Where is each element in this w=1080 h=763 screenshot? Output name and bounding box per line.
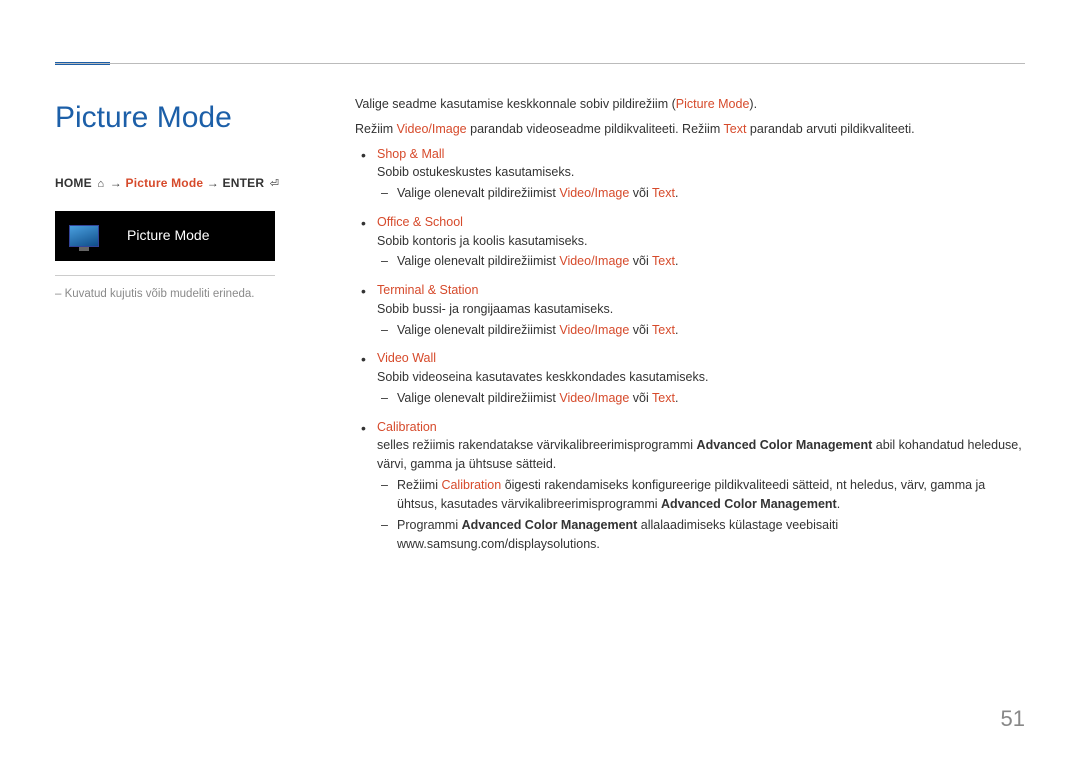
page-title: Picture Mode bbox=[55, 95, 315, 140]
header-rule bbox=[55, 63, 1025, 64]
mode-shop: Shop & Mall Sobib ostukeskustes kasutami… bbox=[377, 145, 1025, 203]
t-mid: või bbox=[629, 323, 652, 337]
mode-calibration: Calibration selles režiimis rakendatakse… bbox=[377, 418, 1025, 554]
cs1b: Calibration bbox=[441, 478, 501, 492]
s-post: . bbox=[675, 186, 678, 200]
mode-list: Shop & Mall Sobib ostukeskustes kasutami… bbox=[355, 145, 1025, 554]
l2a: Režiim bbox=[355, 122, 397, 136]
mode-office-desc: Sobib kontoris ja koolis kasutamiseks. bbox=[377, 232, 1025, 251]
o-mid: või bbox=[629, 254, 652, 268]
monitor-icon bbox=[69, 225, 99, 247]
t-tx: Text bbox=[652, 323, 675, 337]
cs1e: . bbox=[837, 497, 840, 511]
cs2a: Programmi bbox=[397, 518, 462, 532]
breadcrumb-home: HOME bbox=[55, 176, 92, 190]
intro-line-2: Režiim Video/Image parandab videoseadme … bbox=[355, 120, 1025, 139]
w-vi: Video/Image bbox=[559, 391, 629, 405]
s-vi: Video/Image bbox=[559, 186, 629, 200]
mode-office-head: Office & School bbox=[377, 215, 463, 229]
mode-shop-sub: Valige olenevalt pildirežiimist Video/Im… bbox=[397, 184, 1025, 203]
w-pre: Valige olenevalt pildirežiimist bbox=[397, 391, 559, 405]
breadcrumb-arrow-2: → bbox=[207, 176, 223, 190]
s-mid: või bbox=[629, 186, 652, 200]
left-column: Picture Mode HOME ⌂ → Picture Mode → ENT… bbox=[55, 95, 355, 564]
breadcrumb: HOME ⌂ → Picture Mode → ENTER ⏎ bbox=[55, 174, 315, 193]
calibration-sub2: Programmi Advanced Color Management alla… bbox=[397, 516, 1025, 554]
w-post: . bbox=[675, 391, 678, 405]
w-tx: Text bbox=[652, 391, 675, 405]
mode-terminal-head: Terminal & Station bbox=[377, 283, 478, 297]
t-post: . bbox=[675, 323, 678, 337]
page-number: 51 bbox=[1001, 702, 1025, 735]
t-vi: Video/Image bbox=[559, 323, 629, 337]
breadcrumb-step: Picture Mode bbox=[126, 176, 204, 190]
l2-tx: Text bbox=[724, 122, 747, 136]
left-divider bbox=[55, 275, 275, 276]
o-pre: Valige olenevalt pildirežiimist bbox=[397, 254, 559, 268]
breadcrumb-arrow-1: → bbox=[110, 176, 126, 190]
mode-wall-desc: Sobib videoseina kasutavates keskkondade… bbox=[377, 368, 1025, 387]
mode-terminal: Terminal & Station Sobib bussi- ja rongi… bbox=[377, 281, 1025, 339]
cal-db: Advanced Color Management bbox=[697, 438, 873, 452]
mode-terminal-desc: Sobib bussi- ja rongijaamas kasutamiseks… bbox=[377, 300, 1025, 319]
o-vi: Video/Image bbox=[559, 254, 629, 268]
right-column: Valige seadme kasutamise keskkonnale sob… bbox=[355, 95, 1025, 564]
breadcrumb-enter: ENTER bbox=[223, 176, 265, 190]
s-pre: Valige olenevalt pildirežiimist bbox=[397, 186, 559, 200]
cs1d: Advanced Color Management bbox=[661, 497, 837, 511]
mode-wall: Video Wall Sobib videoseina kasutavates … bbox=[377, 349, 1025, 407]
o-tx: Text bbox=[652, 254, 675, 268]
l2b: parandab videoseadme pildikvaliteeti. Re… bbox=[467, 122, 724, 136]
cs1a: Režiimi bbox=[397, 478, 441, 492]
page-body: Picture Mode HOME ⌂ → Picture Mode → ENT… bbox=[0, 0, 1080, 564]
mode-shop-head: Shop & Mall bbox=[377, 147, 444, 161]
l2-vi: Video/Image bbox=[397, 122, 467, 136]
home-icon: ⌂ bbox=[95, 176, 106, 193]
s-tx: Text bbox=[652, 186, 675, 200]
mode-shop-desc: Sobib ostukeskustes kasutamiseks. bbox=[377, 163, 1025, 182]
t-pre: Valige olenevalt pildirežiimist bbox=[397, 323, 559, 337]
cal-da: selles režiimis rakendatakse värvikalibr… bbox=[377, 438, 697, 452]
mode-office: Office & School Sobib kontoris ja koolis… bbox=[377, 213, 1025, 271]
cs2b: Advanced Color Management bbox=[462, 518, 638, 532]
intro-suffix: ). bbox=[749, 97, 757, 111]
calibration-desc: selles režiimis rakendatakse värvikalibr… bbox=[377, 436, 1025, 474]
calibration-sub1: Režiimi Calibration õigesti rakendamisek… bbox=[397, 476, 1025, 514]
mode-terminal-sub: Valige olenevalt pildirežiimist Video/Im… bbox=[397, 321, 1025, 340]
enter-icon: ⏎ bbox=[268, 176, 281, 193]
calibration-head: Calibration bbox=[377, 420, 437, 434]
o-post: . bbox=[675, 254, 678, 268]
l2c: parandab arvuti pildikvaliteeti. bbox=[746, 122, 914, 136]
left-footnote: Kuvatud kujutis võib mudeliti erineda. bbox=[55, 286, 315, 303]
intro-mode: Picture Mode bbox=[676, 97, 750, 111]
intro-prefix: Valige seadme kasutamise keskkonnale sob… bbox=[355, 97, 676, 111]
w-mid: või bbox=[629, 391, 652, 405]
thumbnail-label: Picture Mode bbox=[127, 225, 209, 246]
mode-wall-sub: Valige olenevalt pildirežiimist Video/Im… bbox=[397, 389, 1025, 408]
intro-line: Valige seadme kasutamise keskkonnale sob… bbox=[355, 95, 1025, 114]
mode-office-sub: Valige olenevalt pildirežiimist Video/Im… bbox=[397, 252, 1025, 271]
picture-mode-thumbnail: Picture Mode bbox=[55, 211, 275, 261]
mode-wall-head: Video Wall bbox=[377, 351, 436, 365]
